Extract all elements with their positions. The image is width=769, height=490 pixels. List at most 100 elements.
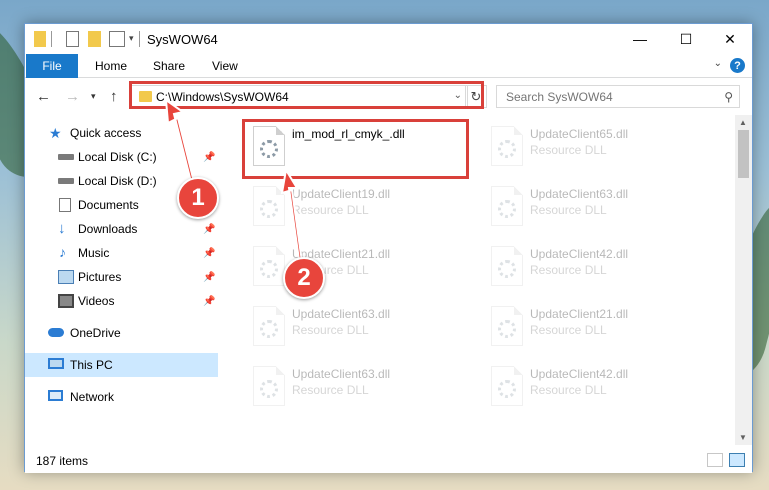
file-type: Resource DLL [292, 203, 369, 217]
step-2-badge: 2 [283, 257, 325, 299]
help-button[interactable]: ? [730, 58, 745, 73]
tab-home[interactable]: Home [95, 54, 127, 78]
pin-icon[interactable]: 📌 [203, 152, 215, 163]
forward-arrow-icon[interactable]: → [65, 88, 80, 105]
recent-locations-icon[interactable]: ▾ [91, 91, 96, 102]
drive-icon [58, 154, 74, 160]
maximize-button[interactable]: ☐ [663, 24, 709, 54]
sidebar-item-label: Quick access [70, 126, 142, 140]
scroll-up-icon[interactable]: ▲ [739, 118, 747, 127]
file-type: Resource DLL [530, 323, 607, 337]
ribbon: File Home Share View ⌄ ? [25, 54, 752, 78]
scroll-thumb[interactable] [738, 130, 749, 178]
file-name: UpdateClient19.dll [292, 187, 391, 201]
divider [51, 31, 52, 47]
sidebar-item-quick-access[interactable]: ★ Quick access [25, 121, 218, 145]
file-name: UpdateClient42.dll [530, 367, 629, 381]
pin-icon[interactable]: 📌 [203, 272, 215, 283]
pin-icon[interactable]: 📌 [203, 224, 215, 235]
back-arrow-icon[interactable]: ← [36, 88, 51, 105]
pictures-icon [58, 270, 74, 284]
dll-file-icon [491, 246, 523, 286]
gear-icon [498, 260, 516, 278]
gear-icon [498, 140, 516, 158]
dll-file-icon [253, 246, 285, 286]
pin-icon[interactable]: 📌 [203, 296, 215, 307]
search-box[interactable]: ⚲ [496, 85, 740, 108]
folder-icon [34, 31, 46, 47]
sidebar-item-label: Pictures [78, 270, 122, 284]
scroll-down-icon[interactable]: ▼ [739, 433, 747, 442]
download-icon: ↓ [58, 220, 66, 237]
expand-ribbon-icon[interactable]: ⌄ [714, 58, 722, 69]
file-item[interactable]: UpdateClient63.dll Resource DLL [245, 361, 475, 421]
file-item[interactable]: UpdateClient21.dll Resource DLL [245, 241, 475, 301]
file-type: Resource DLL [530, 143, 607, 157]
file-name: UpdateClient65.dll [530, 127, 629, 141]
file-item[interactable]: UpdateClient63.dll Resource DLL [245, 301, 475, 361]
gear-icon [498, 380, 516, 398]
file-item[interactable]: UpdateClient63.dll Resource DLL [483, 181, 713, 241]
minimize-button[interactable]: — [617, 24, 663, 54]
sidebar-item-label: Local Disk (D:) [78, 174, 157, 188]
view-options-icon[interactable] [109, 31, 125, 47]
dll-file-icon [491, 126, 523, 166]
file-name: UpdateClient63.dll [292, 307, 391, 321]
dll-file-icon [253, 306, 285, 346]
sidebar-item-downloads[interactable]: ↓ Downloads 📌 [25, 217, 218, 241]
dll-file-icon [491, 186, 523, 226]
search-input[interactable] [497, 86, 739, 107]
dll-file-icon [491, 306, 523, 346]
details-view-icon[interactable] [707, 453, 723, 467]
gear-icon [260, 200, 278, 218]
tab-file[interactable]: File [26, 54, 78, 78]
sidebar-item-label: Network [70, 390, 115, 404]
file-type: Resource DLL [530, 263, 607, 277]
search-icon[interactable]: ⚲ [724, 90, 733, 104]
sidebar-item-pictures[interactable]: Pictures 📌 [25, 265, 218, 289]
sidebar-item-onedrive[interactable]: OneDrive [25, 321, 218, 345]
large-icons-view-icon[interactable] [729, 453, 745, 467]
file-item[interactable]: UpdateClient21.dll Resource DLL [483, 301, 713, 361]
sidebar-item-this-pc[interactable]: This PC [25, 353, 218, 377]
window-title: SysWOW64 [147, 32, 218, 47]
up-arrow-icon[interactable]: ↑ [110, 88, 118, 105]
file-name: UpdateClient63.dll [530, 187, 629, 201]
sidebar-item-videos[interactable]: Videos 📌 [25, 289, 218, 313]
sidebar-item-label: Videos [78, 294, 115, 308]
tab-share[interactable]: Share [153, 54, 185, 78]
file-type: Resource DLL [530, 383, 607, 397]
file-name: UpdateClient42.dll [530, 247, 629, 261]
file-name: UpdateClient21.dll [530, 307, 629, 321]
gear-icon [260, 380, 278, 398]
new-folder-icon[interactable] [88, 31, 101, 47]
file-type: Resource DLL [530, 203, 607, 217]
chevron-down-icon[interactable]: ▾ [129, 33, 134, 49]
item-count: 187 items [36, 454, 89, 468]
status-bar: 187 items [25, 445, 752, 473]
file-name: UpdateClient63.dll [292, 367, 391, 381]
gear-icon [260, 260, 278, 278]
sidebar-item-label: Downloads [78, 222, 138, 236]
file-item[interactable]: UpdateClient42.dll Resource DLL [483, 241, 713, 301]
file-item[interactable]: UpdateClient42.dll Resource DLL [483, 361, 713, 421]
dll-file-icon [491, 366, 523, 406]
file-type: Resource DLL [292, 323, 369, 337]
file-item[interactable]: UpdateClient19.dll Resource DLL [245, 181, 475, 241]
sidebar-item-label: Documents [78, 198, 139, 212]
file-highlight [242, 119, 469, 179]
documents-icon [59, 198, 71, 212]
tab-view[interactable]: View [212, 54, 238, 78]
sidebar-item-label: Local Disk (C:) [78, 150, 157, 164]
sidebar-item-music[interactable]: ♪ Music 📌 [25, 241, 218, 265]
properties-icon[interactable] [66, 31, 79, 47]
close-button[interactable]: ✕ [707, 24, 753, 54]
divider [139, 31, 140, 47]
sidebar-item-local-disk-c[interactable]: Local Disk (C:) 📌 [25, 145, 218, 169]
sidebar-item-label: This PC [70, 358, 113, 372]
pin-icon[interactable]: 📌 [203, 248, 215, 259]
vertical-scrollbar[interactable]: ▲ ▼ [735, 115, 752, 445]
sidebar-item-network[interactable]: Network [25, 385, 218, 409]
file-item[interactable]: UpdateClient65.dll Resource DLL [483, 121, 713, 181]
computer-icon [48, 358, 64, 369]
